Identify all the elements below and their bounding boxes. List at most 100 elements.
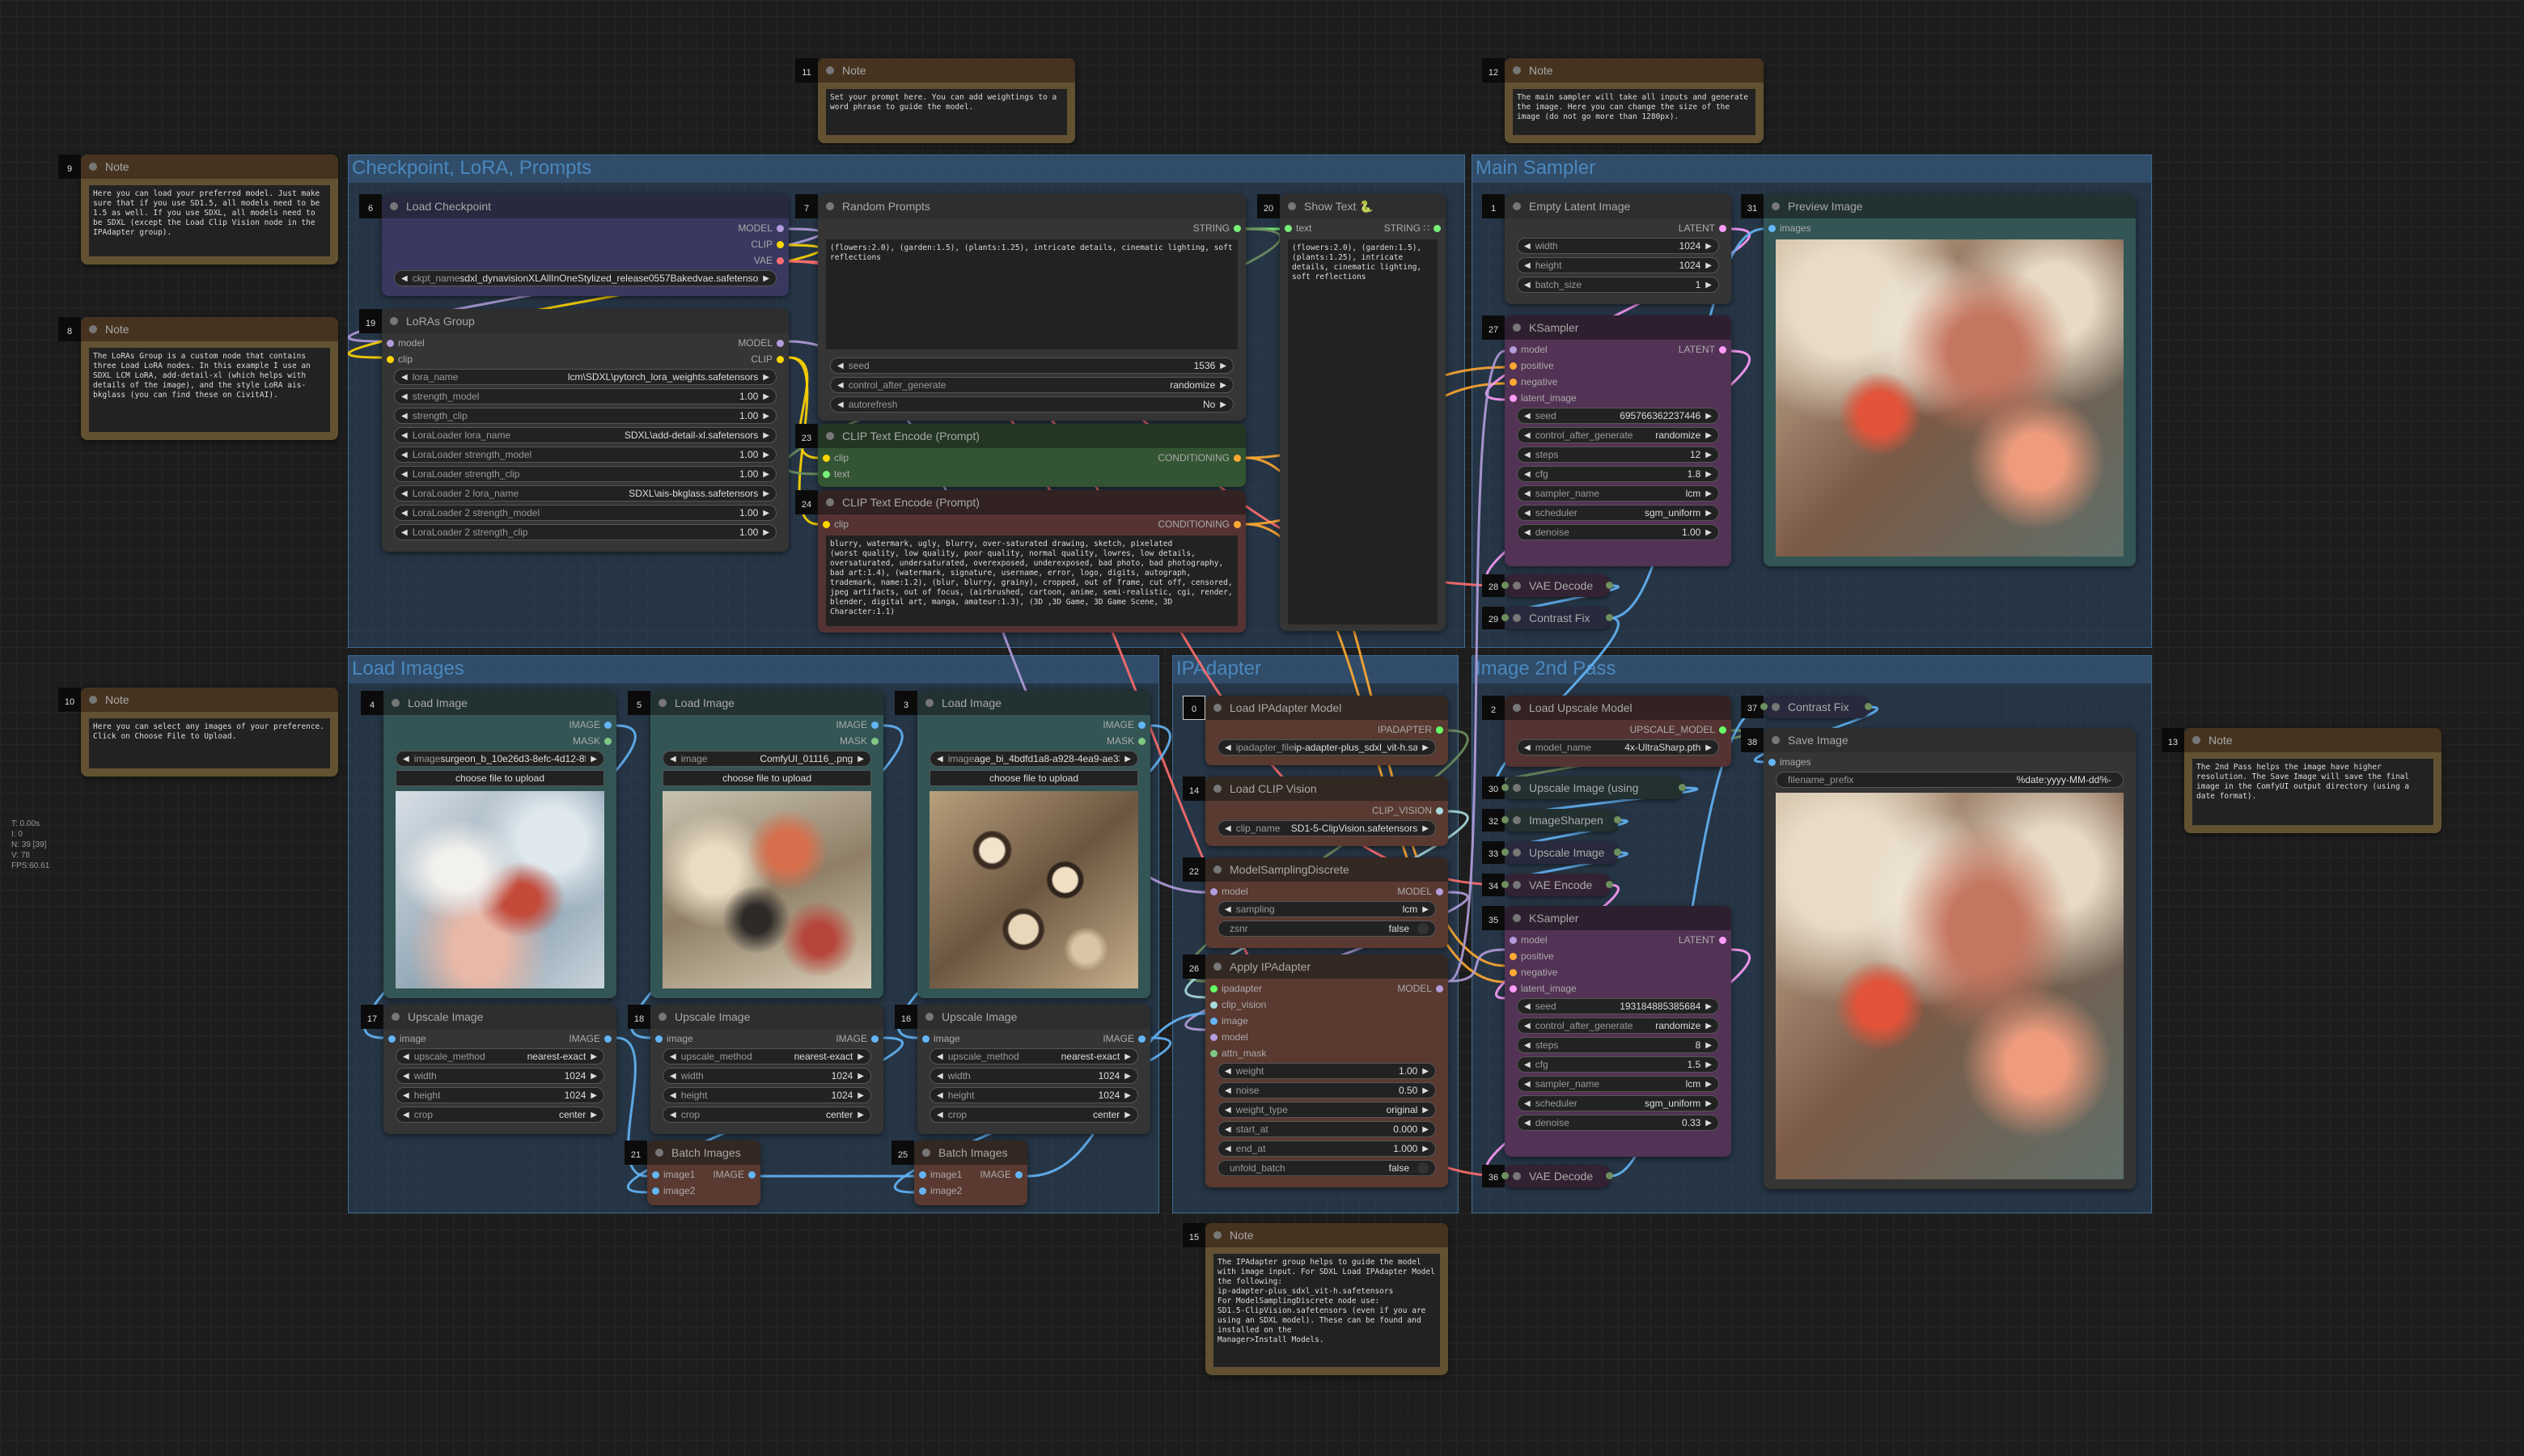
node-vae-decode-collapsed[interactable]: 36 VAE Decode	[1482, 1165, 1613, 1187]
note-node[interactable]: 11 Note Set your prompt here. You can add …	[795, 58, 1075, 143]
input-dot-clip-vision[interactable]	[1210, 1001, 1218, 1009]
widget-image[interactable]: ◀ imagesurgeon_b_10e26d3-8efc-4d12-8f1d-1…	[396, 751, 604, 767]
node-title-bar[interactable]: Batch Images	[647, 1141, 760, 1165]
collapse-dot-icon[interactable]	[89, 325, 97, 333]
input-slot-dot[interactable]	[1501, 614, 1509, 621]
widget-height[interactable]: ◀ height 1024 ▶	[930, 1087, 1138, 1103]
widget-cfg[interactable]: ◀ cfg 1.5 ▶	[1517, 1056, 1719, 1073]
output-dot-string[interactable]	[1434, 224, 1441, 232]
input-slot[interactable]: image	[650, 1033, 698, 1044]
text-area[interactable]: (flowers:2.0), (garden:1.5), (plants:1.2…	[1288, 239, 1438, 624]
node-upscale-image[interactable]: 18 Upscale Image image IMAGE ◀ upscale_method…	[628, 1005, 883, 1134]
arrow-left-icon[interactable]: ◀	[670, 1091, 676, 1100]
arrow-right-icon[interactable]: ▶	[763, 489, 769, 498]
arrow-left-icon[interactable]: ◀	[837, 381, 844, 390]
output-dot-model[interactable]	[777, 339, 784, 347]
node-ksampler[interactable]: 27 KSampler model LATENT positive negative lat…	[1482, 315, 1731, 566]
collapse-dot-icon[interactable]	[1213, 785, 1222, 793]
output-slot[interactable]: MASK	[568, 735, 616, 747]
input-slot[interactable]: model	[1205, 1031, 1253, 1043]
widget-start-at[interactable]: ◀ start_at 0.000 ▶	[1218, 1121, 1436, 1137]
output-slot[interactable]: LATENT	[1674, 934, 1731, 946]
widget-image[interactable]: ◀ imageage_bi_4bdfd1a8-a928-4ea9-ae33-0a2…	[930, 751, 1138, 767]
output-slot[interactable]: IMAGE	[564, 1033, 616, 1044]
input-slot[interactable]: clip	[818, 452, 853, 463]
node-title-bar[interactable]: LoRAs Group	[382, 309, 789, 333]
arrow-right-icon[interactable]: ▶	[1422, 1086, 1429, 1095]
widget-zsnr[interactable]: zsnr false	[1218, 921, 1436, 937]
widget-strength-model[interactable]: ◀ strength_model 1.00 ▶	[394, 388, 777, 404]
input-slot[interactable]: model	[1505, 934, 1552, 946]
widget-unfold-batch[interactable]: unfold_batch false	[1218, 1160, 1436, 1176]
output-dot-mask[interactable]	[1138, 737, 1146, 745]
collapse-dot-icon[interactable]	[659, 699, 667, 707]
node-upscale-image-collapsed[interactable]: 33 Upscale Image	[1482, 841, 1621, 864]
arrow-left-icon[interactable]: ◀	[401, 274, 408, 283]
collapse-dot-icon[interactable]	[390, 317, 398, 325]
output-dot-upscale-model[interactable]	[1719, 726, 1726, 734]
arrow-left-icon[interactable]: ◀	[403, 1111, 409, 1120]
node-load-clip-vision[interactable]: 14 Load CLIP Vision CLIP_VISION ◀ clip_name S…	[1183, 777, 1448, 846]
node-vae-encode-collapsed[interactable]: 34 VAE Encode	[1482, 874, 1613, 896]
arrow-right-icon[interactable]: ▶	[1705, 1002, 1712, 1011]
widget-denoise[interactable]: ◀ denoise 0.33 ▶	[1517, 1115, 1719, 1131]
arrow-left-icon[interactable]: ◀	[1524, 1080, 1531, 1089]
arrow-left-icon[interactable]: ◀	[1524, 431, 1531, 440]
arrow-right-icon[interactable]: ▶	[1705, 1022, 1712, 1031]
input-dot-clip[interactable]	[823, 454, 830, 462]
node-save-image[interactable]: 38 Save Image images filename_prefix %date:y…	[1741, 728, 2136, 1189]
arrow-right-icon[interactable]: ▶	[1705, 470, 1712, 479]
node-ksampler[interactable]: 35 KSampler model LATENT positive negative lat…	[1482, 906, 1731, 1157]
arrow-right-icon[interactable]: ▶	[1422, 1106, 1429, 1115]
arrow-right-icon[interactable]: ▶	[763, 412, 769, 421]
widget-loraloader-lora-name[interactable]: ◀ LoraLoader lora_name SDXL\add-detail-xl.…	[394, 427, 777, 443]
arrow-left-icon[interactable]: ◀	[401, 509, 408, 518]
arrow-left-icon[interactable]: ◀	[1225, 1067, 1231, 1076]
output-dot-image[interactable]	[748, 1170, 756, 1179]
collapse-dot-icon[interactable]	[1213, 704, 1222, 712]
arrow-left-icon[interactable]: ◀	[937, 1091, 943, 1100]
arrow-right-icon[interactable]: ▶	[1220, 400, 1226, 409]
input-dot-model[interactable]	[1510, 936, 1517, 944]
input-dot-string[interactable]	[1285, 224, 1292, 232]
arrow-right-icon[interactable]: ▶	[591, 1072, 597, 1081]
input-dot-model[interactable]	[387, 339, 394, 347]
arrow-left-icon[interactable]: ◀	[1524, 1119, 1531, 1128]
arrow-right-icon[interactable]: ▶	[1705, 1060, 1712, 1069]
arrow-right-icon[interactable]: ▶	[763, 509, 769, 518]
arrow-right-icon[interactable]: ▶	[858, 1052, 864, 1061]
node-random-prompts[interactable]: 7 Random Prompts STRING (flowers:2.0), (gar…	[795, 194, 1246, 421]
arrow-right-icon[interactable]: ▶	[763, 373, 769, 382]
input-slot[interactable]: model	[382, 337, 430, 349]
input-slot[interactable]: text	[1280, 222, 1316, 234]
node-empty-latent-image[interactable]: 1 Empty Latent Image LATENT ◀ width 1024 ▶ ◀ hei…	[1482, 194, 1731, 304]
output-slot-dot[interactable]	[1614, 816, 1621, 823]
output-slot-dot[interactable]	[1606, 614, 1613, 621]
arrow-right-icon[interactable]: ▶	[1422, 743, 1429, 752]
output-dot-image[interactable]	[1138, 1035, 1146, 1043]
arrow-left-icon[interactable]: ◀	[1524, 242, 1531, 251]
toggle-knob[interactable]	[1417, 1162, 1429, 1174]
note-text[interactable]: The main sampler will take all inputs an…	[1513, 89, 1755, 135]
node-title-bar[interactable]: KSampler	[1505, 315, 1731, 340]
arrow-right-icon[interactable]: ▶	[1220, 381, 1226, 390]
node-title-bar[interactable]: KSampler	[1505, 906, 1731, 930]
input-slot[interactable]: model	[1505, 344, 1552, 355]
arrow-right-icon[interactable]: ▶	[858, 1072, 864, 1081]
collapse-dot-icon[interactable]	[1213, 1231, 1222, 1239]
arrow-right-icon[interactable]: ▶	[1422, 1145, 1429, 1153]
input-dot-latent[interactable]	[1510, 984, 1517, 993]
input-slot[interactable]: image	[383, 1033, 431, 1044]
output-slot-dot[interactable]	[1606, 881, 1613, 888]
collapse-dot-icon[interactable]	[655, 1149, 663, 1157]
node-contrast-fix-collapsed[interactable]: 29 Contrast Fix	[1482, 607, 1613, 629]
widget-width[interactable]: ◀ width 1024 ▶	[1517, 238, 1719, 254]
input-dot-conditioning[interactable]	[1510, 952, 1517, 960]
input-dot-conditioning[interactable]	[1510, 362, 1517, 370]
arrow-left-icon[interactable]: ◀	[401, 373, 408, 382]
node-title-bar[interactable]: Empty Latent Image	[1505, 194, 1731, 218]
input-dot-image[interactable]	[388, 1035, 396, 1043]
output-dot-image[interactable]	[871, 721, 879, 729]
node-title-bar[interactable]: Load Image	[917, 691, 1150, 715]
widget-width[interactable]: ◀ width 1024 ▶	[396, 1068, 604, 1084]
